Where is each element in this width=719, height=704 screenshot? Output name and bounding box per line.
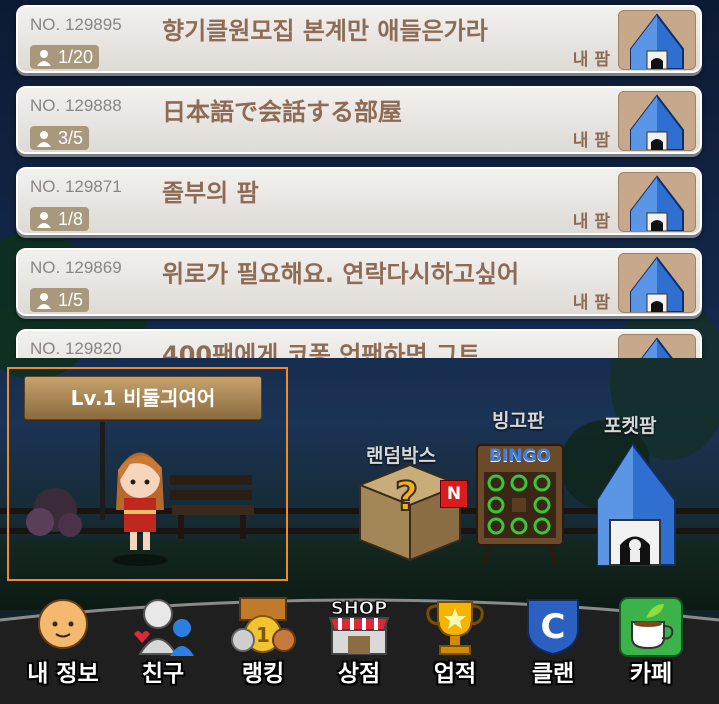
pocket-farm-house[interactable] [597,443,676,566]
pocket-farm-label: 포켓팜 [604,415,657,437]
nav-label: 카페 [629,661,673,687]
clan-shield-icon: C [527,599,579,656]
nav-label: 클랜 [531,661,575,687]
owner-label: 내 팜 [572,131,610,151]
nav-shop[interactable]: SHOP 상점 [314,590,404,704]
nav-profile[interactable]: 내 정보 [18,590,108,704]
room-item[interactable]: NO. 129888 日本語で会話する部屋 3/5 내 팜 [16,86,702,154]
room-title: 향기클원모집 본계만 애들은가라 [162,17,488,45]
person-icon [37,50,51,66]
farm-house-thumbnail [618,172,696,232]
clan-emblem-text: C [541,607,566,647]
farm-house-thumbnail [618,91,696,151]
new-badge: N [440,480,468,508]
room-list[interactable]: NO. 129895 향기클원모집 본계만 애들은가라 1/20 내 팜 NO.… [0,0,719,358]
member-count-text: 1/20 [58,47,94,67]
house-icon [630,13,684,69]
farm-house-thumbnail [618,253,696,313]
nav-friends[interactable]: 친구 [118,590,208,704]
nav-clan[interactable]: C 클랜 [508,590,598,704]
owner-label: 내 팜 [572,212,610,232]
level-badge: Lv.1 비둘긔여어 [24,376,262,420]
nav-label: 랭킹 [241,661,285,687]
member-count: 3/5 [30,126,90,150]
nav-ranking[interactable]: 1 랭킹 [218,590,308,704]
bottom-nav: 내 정보 친구 1 랭킹 SHOP 상점 업적 C 클랜 카페 [0,590,719,704]
nav-label: 내 정보 [27,661,99,687]
room-title: 졸부의 팜 [162,179,259,207]
room-number: NO. 129895 [30,15,122,34]
cafe-cup-icon [619,597,683,657]
member-count: 1/5 [30,288,90,312]
room-title: 日本語で会話する部屋 [162,98,402,126]
svg-text:?: ? [395,474,418,520]
room-title: 위로가 필요해요. 연락다시하고싶어 [162,260,520,288]
ranking-medal-icon: 1 [231,597,296,653]
owner-label: 내 팜 [572,293,610,313]
bingo-sign: BINGO [489,446,551,466]
trophy-icon [426,601,484,655]
room-number: NO. 129888 [30,96,122,115]
room-number: NO. 129820 [30,339,122,358]
member-count: 1/8 [30,207,90,231]
room-number: NO. 129869 [30,258,122,277]
random-box-label: 랜덤박스 [366,445,436,467]
nav-label: 상점 [337,661,381,687]
member-count-text: 1/5 [58,290,84,310]
house-icon [630,175,684,231]
nav-cafe[interactable]: 카페 [606,590,696,704]
owner-label: 내 팜 [572,50,610,70]
room-number: NO. 129871 [30,177,122,196]
farm-house-thumbnail [618,10,696,70]
nav-label: 친구 [141,661,185,687]
profile-icon [38,599,88,649]
friends-icon [134,599,194,656]
person-icon [37,293,51,309]
shop-icon: SHOP [328,598,390,655]
member-count-text: 1/8 [58,209,84,229]
person-icon [37,131,51,147]
room-item[interactable]: NO. 129820 400팬에게 코퐁 언팬하면 그트 [16,329,702,358]
person-icon [37,212,51,228]
room-item[interactable]: NO. 129895 향기클원모집 본계만 애들은가라 1/20 내 팜 [16,5,702,73]
room-title: 400팬에게 코퐁 언팬하면 그트 [162,341,481,358]
room-item[interactable]: NO. 129869 위로가 필요해요. 연락다시하고싶어 1/5 내 팜 [16,248,702,316]
house-icon [641,337,673,358]
bingo-label: 빙고판 [492,410,545,432]
member-count: 1/20 [30,45,100,69]
room-item[interactable]: NO. 129871 졸부의 팜 1/8 내 팜 [16,167,702,235]
house-icon [630,94,684,150]
nav-label: 업적 [433,661,477,687]
member-count-text: 3/5 [58,128,84,148]
medal-rank-text: 1 [256,623,270,647]
character-panel[interactable]: Lv.1 비둘긔여어 [7,367,288,581]
shop-sign-text: SHOP [331,598,388,619]
farm-house-thumbnail [618,334,696,358]
nav-achievements[interactable]: 업적 [410,590,500,704]
house-icon [630,256,684,312]
